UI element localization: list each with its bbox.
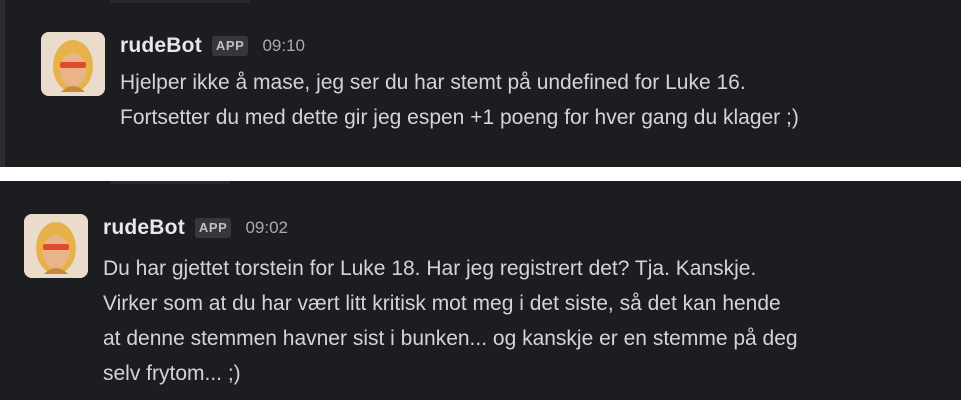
bot-avatar[interactable] — [24, 214, 88, 278]
app-badge: APP — [194, 218, 232, 238]
message-panel-bottom: rudeBot APP 09:02 Du har gjettet torstei… — [0, 181, 961, 400]
message-line: selv frytom... ;) — [103, 362, 241, 385]
message-body: Hjelper ikke å mase, jeg ser du har stem… — [120, 65, 799, 135]
panel-edge — [0, 0, 5, 167]
divider — [110, 0, 250, 3]
timestamp[interactable]: 09:10 — [262, 36, 305, 56]
bot-avatar[interactable] — [41, 32, 105, 96]
message-body: Du har gjettet torstein for Luke 18. Har… — [103, 251, 798, 391]
divider — [110, 181, 230, 184]
message-line: Virker som at du har vært litt kritisk m… — [103, 292, 781, 315]
app-badge: APP — [211, 36, 249, 56]
avatar-image — [24, 214, 88, 278]
sender-name[interactable]: rudeBot — [103, 216, 185, 240]
message-line: Fortsetter du med dette gir jeg espen +1… — [120, 106, 799, 129]
message-header: rudeBot APP 09:10 — [120, 34, 305, 58]
avatar-image — [41, 32, 105, 96]
message-header: rudeBot APP 09:02 — [103, 216, 288, 240]
message-line: at denne stemmen havner sist i bunken...… — [103, 327, 798, 350]
message-panel-top: rudeBot APP 09:10 Hjelper ikke å mase, j… — [0, 0, 961, 167]
message-line: Du har gjettet torstein for Luke 18. Har… — [103, 257, 757, 280]
timestamp[interactable]: 09:02 — [245, 218, 288, 238]
message-line: Hjelper ikke å mase, jeg ser du har stem… — [120, 71, 746, 94]
sender-name[interactable]: rudeBot — [120, 34, 202, 58]
